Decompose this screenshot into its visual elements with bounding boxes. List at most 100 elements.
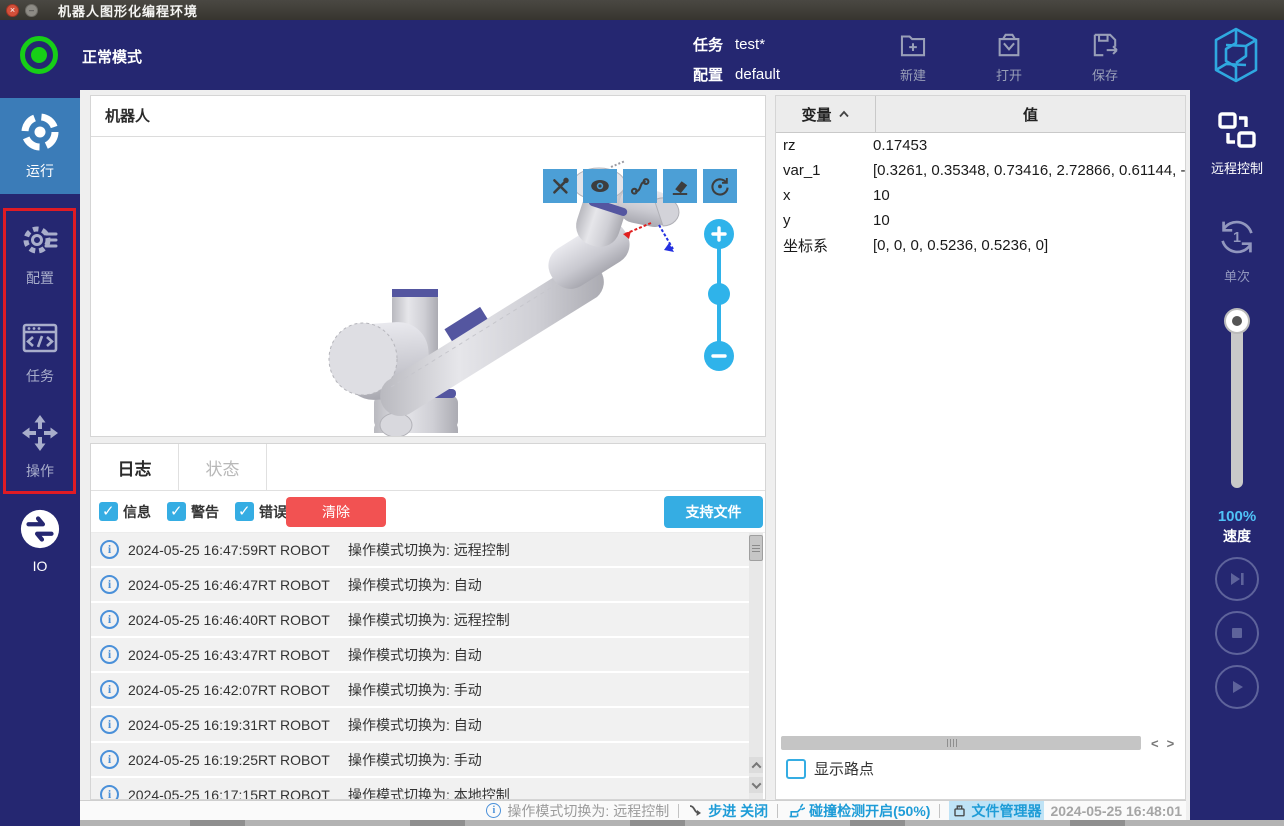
save-icon (1088, 28, 1122, 62)
checkbox-checked-icon (167, 502, 186, 521)
scroll-right-button[interactable]: > (1167, 736, 1175, 751)
app-window: × – 机器人图形化编程环境 正常模式 任务 test* 配置 default … (0, 0, 1284, 826)
filter-info-checkbox[interactable]: 信息 (99, 502, 151, 522)
log-row[interactable]: i 2024-05-25 16:47:59 RT ROBOT 操作模式切换为: … (91, 533, 749, 566)
show-waypoints-checkbox[interactable]: 显示路点 (786, 758, 874, 779)
variables-hscrollbar[interactable]: < > (776, 734, 1185, 752)
window-title: 机器人图形化编程环境 (58, 1, 198, 20)
remote-control-button[interactable]: 远程控制 (1190, 108, 1284, 177)
rotate-view-button[interactable] (703, 169, 737, 203)
stop-button[interactable] (1215, 611, 1259, 655)
info-icon: i (100, 610, 119, 629)
status-bar: i 操作模式切换为: 远程控制 步进 关闭 碰撞检测开启(50%) 文件管理器 … (80, 800, 1186, 820)
tools-icon (548, 174, 572, 198)
left-sidebar-footer (0, 736, 80, 826)
minimize-icon[interactable]: – (25, 4, 38, 17)
value-column-header[interactable]: 值 (876, 96, 1185, 132)
collision-detection-indicator[interactable]: 碰撞检测开启(50%) (787, 801, 930, 821)
scrollbar-thumb[interactable] (749, 535, 763, 561)
open-button[interactable]: 打开 (976, 28, 1042, 84)
info-icon: i (100, 645, 119, 664)
support-file-button[interactable]: 支持文件 (664, 496, 763, 528)
eraser-icon (668, 174, 692, 198)
play-button[interactable] (1215, 665, 1259, 709)
tab-log[interactable]: 日志 (91, 444, 179, 490)
info-icon: i (100, 785, 119, 799)
filter-error-checkbox[interactable]: 错误 (235, 502, 287, 522)
step-arrow-icon (688, 803, 704, 819)
close-icon[interactable]: × (6, 4, 19, 17)
log-row[interactable]: i 2024-05-25 16:19:31 RT ROBOT 操作模式切换为: … (91, 708, 749, 741)
checkbox-checked-icon (235, 502, 254, 521)
collision-icon (787, 803, 805, 819)
log-row[interactable]: i 2024-05-25 16:42:07 RT ROBOT 操作模式切换为: … (91, 673, 749, 706)
log-list[interactable]: i 2024-05-25 16:47:59 RT ROBOT 操作模式切换为: … (91, 533, 765, 799)
tools-button[interactable] (543, 169, 577, 203)
variable-column-header[interactable]: 变量 (776, 96, 876, 132)
sidebar-item-io[interactable]: IO (0, 508, 80, 574)
variable-row[interactable]: var_1 [0.3261, 0.35348, 0.73416, 2.72866… (776, 158, 1185, 183)
zoom-in-button[interactable] (704, 219, 734, 249)
zoom-out-button[interactable] (704, 341, 734, 371)
path-button[interactable] (623, 169, 657, 203)
titlebar: × – 机器人图形化编程环境 (0, 0, 1284, 20)
log-row[interactable]: i 2024-05-25 16:17:15 RT ROBOT 操作模式切换为: … (91, 778, 749, 799)
speed-slider-track[interactable] (1231, 318, 1243, 488)
sidebar-item-run[interactable]: 运行 (0, 98, 80, 194)
hscrollbar-thumb[interactable] (781, 736, 1141, 750)
sidebar-item-operate[interactable]: 操作 (0, 413, 80, 481)
info-icon: i (100, 680, 119, 699)
log-row[interactable]: i 2024-05-25 16:46:40 RT ROBOT 操作模式切换为: … (91, 603, 749, 636)
code-window-icon (20, 318, 60, 358)
log-scrollbar[interactable] (749, 533, 763, 799)
step-next-button[interactable] (1215, 557, 1259, 601)
speed-label: 速度 (1190, 526, 1284, 546)
variable-row[interactable]: x 10 (776, 183, 1185, 208)
speed-slider-handle[interactable] (1224, 308, 1250, 334)
speed-value: 100% (1190, 508, 1284, 525)
plus-icon (711, 226, 727, 242)
divider (939, 804, 940, 818)
log-panel: 日志 状态 信息 警告 错误 清除 支持文件 i 2024-05-25 16:4… (90, 443, 766, 800)
step-mode-indicator[interactable]: 步进 关闭 (688, 801, 768, 821)
svg-text:1: 1 (1233, 230, 1241, 246)
save-button[interactable]: 保存 (1072, 28, 1138, 84)
visibility-button[interactable] (583, 169, 617, 203)
scroll-up-button[interactable] (749, 757, 763, 773)
new-file-icon (896, 28, 930, 62)
usb-drive-icon (952, 803, 967, 818)
rotate-icon (708, 174, 732, 198)
scroll-down-button[interactable] (749, 777, 763, 793)
zoom-slider-handle[interactable] (708, 283, 730, 305)
variable-row[interactable]: rz 0.17453 (776, 133, 1185, 158)
config-value: default (735, 66, 780, 83)
bottom-edge-strip (80, 820, 1284, 826)
right-sidebar: 远程控制 1 单次 100% 速度 (1190, 90, 1284, 820)
checkbox-checked-icon (99, 502, 118, 521)
single-run-button[interactable]: 1 单次 (1190, 214, 1284, 285)
info-icon: i (100, 750, 119, 769)
log-row[interactable]: i 2024-05-25 16:19:25 RT ROBOT 操作模式切换为: … (91, 743, 749, 776)
checkbox-unchecked-icon (786, 759, 806, 779)
new-button[interactable]: 新建 (880, 28, 946, 84)
info-icon: i (100, 575, 119, 594)
log-filter-bar: 信息 警告 错误 清除 支持文件 (91, 491, 765, 533)
filter-warning-checkbox[interactable]: 警告 (167, 502, 219, 522)
left-sidebar: 运行 配置 任务 操作 (0, 90, 80, 826)
log-row[interactable]: i 2024-05-25 16:46:47 RT ROBOT 操作模式切换为: … (91, 568, 749, 601)
clear-button[interactable]: 清除 (286, 497, 386, 527)
task-value: test* (735, 36, 765, 53)
variable-row[interactable]: 坐标系 [0, 0, 0, 0.5236, 0.5236, 0] (776, 233, 1185, 258)
scroll-left-button[interactable]: < (1151, 736, 1159, 751)
log-row[interactable]: i 2024-05-25 16:43:47 RT ROBOT 操作模式切换为: … (91, 638, 749, 671)
variable-row[interactable]: y 10 (776, 208, 1185, 233)
eraser-button[interactable] (663, 169, 697, 203)
robot-3d-view[interactable] (91, 137, 765, 436)
sidebar-item-task[interactable]: 任务 (0, 318, 80, 386)
tab-status[interactable]: 状态 (179, 444, 267, 490)
status-datetime: 2024-05-25 16:48:01 (1050, 803, 1182, 819)
file-manager-button[interactable]: 文件管理器 (949, 801, 1044, 821)
sidebar-item-config[interactable]: 配置 (0, 220, 80, 288)
sort-ascending-icon (838, 110, 850, 118)
task-label: 任务 (693, 34, 723, 55)
